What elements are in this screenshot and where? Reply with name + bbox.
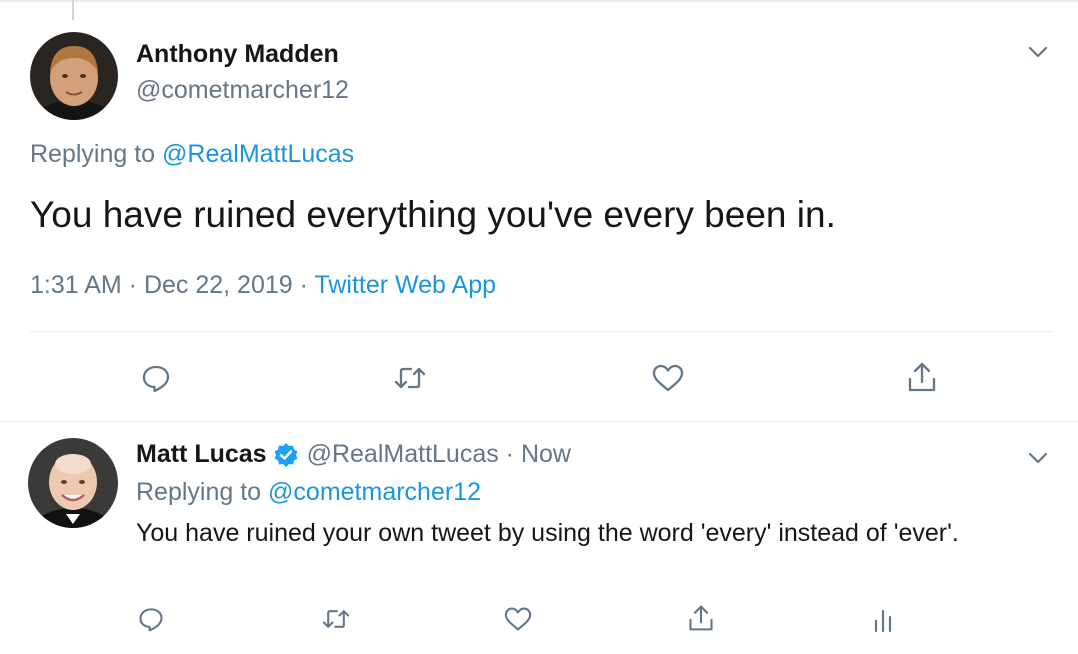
like-button[interactable] (648, 358, 688, 398)
verified-badge-icon (273, 442, 299, 468)
reply-button[interactable] (134, 602, 168, 636)
tweet-meta: 1:31 AM · Dec 22, 2019 · Twitter Web App (30, 271, 496, 300)
divider (0, 421, 1078, 422)
retweet-icon (321, 606, 351, 632)
like-icon (503, 606, 533, 632)
share-button[interactable] (902, 356, 942, 398)
author-name[interactable]: Matt Lucas (136, 440, 267, 469)
meta-separator: · (292, 271, 315, 299)
thread-line (72, 0, 74, 20)
author-handle[interactable]: @RealMattLucas (307, 440, 499, 469)
meta-separator: · (498, 440, 521, 468)
author-handle[interactable]: @cometmarcher12 (136, 76, 349, 105)
share-button[interactable] (684, 600, 718, 636)
reply-icon (140, 362, 172, 394)
avatar[interactable] (30, 32, 118, 120)
retweet-button[interactable] (318, 602, 354, 636)
retweet-icon (393, 363, 427, 393)
reply-header: Matt Lucas @RealMattLucas · Now (136, 440, 571, 469)
like-button[interactable] (500, 602, 536, 636)
meta-separator: · (121, 271, 144, 299)
avatar[interactable] (28, 438, 118, 528)
replying-to: Replying to @cometmarcher12 (136, 478, 481, 507)
tweet-source[interactable]: Twitter Web App (314, 271, 496, 299)
tweet-time[interactable]: Now (521, 440, 571, 469)
analytics-button[interactable] (866, 602, 900, 636)
reply-button[interactable] (136, 358, 176, 398)
replying-to-link[interactable]: @cometmarcher12 (268, 478, 481, 506)
replying-to: Replying to @RealMattLucas (30, 140, 354, 169)
share-icon (687, 603, 715, 633)
chevron-down-icon[interactable] (1026, 42, 1050, 62)
replying-to-link[interactable]: @RealMattLucas (162, 140, 354, 168)
tweet-text: You have ruined everything you've every … (30, 194, 836, 235)
tweet-time[interactable]: 1:31 AM (30, 271, 122, 299)
retweet-button[interactable] (390, 358, 430, 398)
like-icon (651, 363, 685, 393)
share-icon (906, 360, 938, 394)
reply-icon (137, 605, 165, 633)
analytics-icon (872, 605, 894, 633)
top-border (0, 0, 1078, 2)
replying-prefix: Replying to (136, 478, 269, 506)
chevron-down-icon[interactable] (1026, 448, 1050, 468)
author-name[interactable]: Anthony Madden (136, 40, 339, 69)
tweet-date[interactable]: Dec 22, 2019 (144, 271, 293, 299)
divider (30, 331, 1052, 332)
replying-prefix: Replying to (30, 140, 163, 168)
tweet-text: You have ruined your own tweet by using … (136, 519, 959, 547)
